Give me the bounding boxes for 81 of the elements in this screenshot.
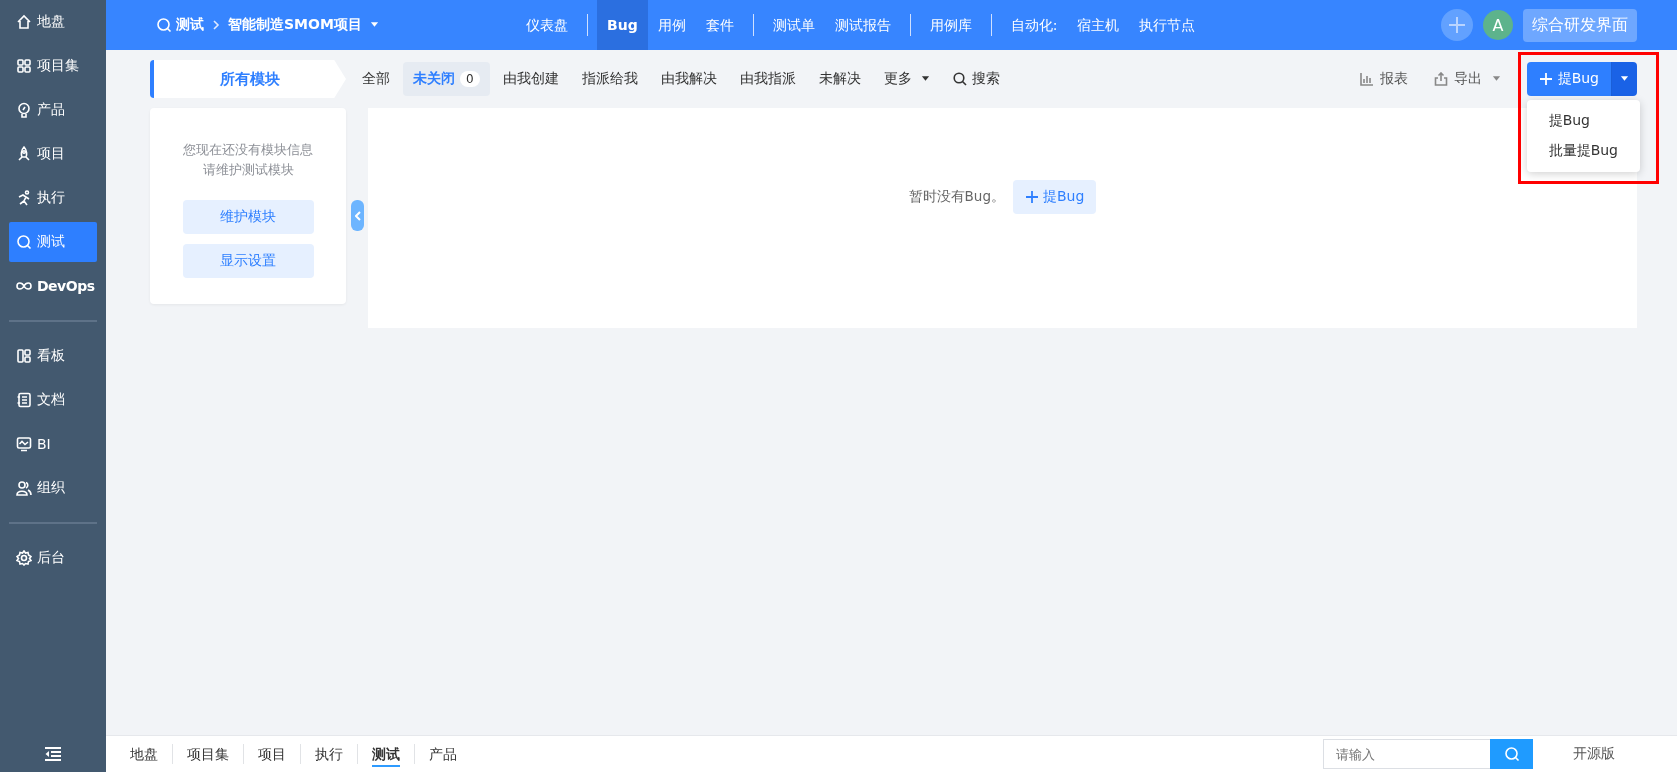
- share-icon: [1433, 72, 1448, 86]
- bottom-tab[interactable]: 项目集: [173, 744, 244, 764]
- sidebar-item[interactable]: 项目集: [9, 46, 97, 86]
- empty-message: 暂时没有Bug。: [908, 188, 1005, 206]
- search-icon: [952, 72, 967, 86]
- sidebar-item[interactable]: 测试: [9, 222, 97, 262]
- document-icon: [16, 392, 32, 408]
- sidebar-item[interactable]: 看板: [9, 336, 97, 376]
- search-field[interactable]: 请输入: [1323, 739, 1490, 769]
- add-button[interactable]: [1441, 9, 1473, 41]
- menu-item[interactable]: 批量提Bug: [1526, 136, 1640, 166]
- filter-tab[interactable]: 搜索: [942, 62, 1010, 96]
- caret-icon: [1620, 76, 1629, 82]
- board-icon: [16, 348, 32, 364]
- grid-icon: [16, 58, 32, 74]
- filter-tab[interactable]: 由我创建: [492, 62, 569, 96]
- filter-tab[interactable]: 全部: [352, 62, 400, 96]
- filter-tab[interactable]: 未关闭 0: [403, 62, 490, 96]
- module-tab[interactable]: 所有模块: [150, 60, 346, 98]
- export-button[interactable]: 导出: [1433, 70, 1501, 88]
- nav-tab[interactable]: 执行节点: [1129, 0, 1206, 50]
- collapse-handle[interactable]: [351, 200, 364, 231]
- nav-tab[interactable]: 宿主机: [1067, 0, 1130, 50]
- filter-tab[interactable]: 未解决: [808, 62, 871, 96]
- filter-tab[interactable]: 由我解决: [650, 62, 727, 96]
- filter-tab[interactable]: 指派给我: [571, 62, 648, 96]
- bottom-tab[interactable]: 执行: [301, 744, 358, 764]
- nav-tab[interactable]: 自动化:: [1000, 0, 1068, 50]
- nav-tab[interactable]: 测试报告: [824, 0, 901, 50]
- bottom-tab[interactable]: 地盘: [116, 744, 173, 764]
- caret-icon: [1491, 76, 1501, 82]
- version-label: 开源版: [1573, 745, 1615, 763]
- project-dropdown[interactable]: 智能制造SMOM项目: [228, 16, 379, 34]
- sidebar-item[interactable]: 产品: [9, 90, 97, 130]
- breadcrumb-link[interactable]: 测试: [156, 16, 204, 34]
- search-icon: [1503, 746, 1520, 762]
- chevron-icon: [354, 210, 361, 221]
- filter-tab[interactable]: 更多: [873, 62, 940, 96]
- search-button[interactable]: [1490, 739, 1533, 769]
- count-badge: 0: [460, 71, 480, 87]
- sidebar-item[interactable]: 执行: [9, 178, 97, 218]
- people-icon: [16, 480, 32, 496]
- filter-tab[interactable]: 由我指派: [729, 62, 806, 96]
- nav-tab[interactable]: 用例库: [919, 0, 982, 50]
- plus-icon: [1448, 16, 1466, 34]
- plus-icon: [1538, 72, 1553, 86]
- bottom-tab[interactable]: 测试: [358, 744, 415, 764]
- nav-tab[interactable]: Bug: [597, 0, 648, 50]
- monitor-icon: [16, 436, 32, 452]
- nav-tab[interactable]: 套件: [695, 0, 744, 50]
- nav-tab[interactable]: 用例: [647, 0, 696, 50]
- caret-icon: [369, 22, 379, 28]
- menu-item[interactable]: 提Bug: [1526, 106, 1640, 136]
- chevron-icon: [212, 20, 220, 30]
- collapse-menu-icon: [44, 746, 62, 762]
- home-icon: [16, 14, 32, 30]
- sidebar-item[interactable]: 地盘: [9, 2, 97, 42]
- empty-message: 请维护测试模块: [201, 161, 295, 179]
- report-button[interactable]: 报表: [1359, 70, 1408, 88]
- bar-chart-icon: [1359, 72, 1374, 86]
- nav-tab[interactable]: 仪表盘: [516, 0, 578, 50]
- sidebar-item[interactable]: 文档: [9, 380, 97, 420]
- sidebar-item[interactable]: DevOps: [9, 266, 97, 306]
- sidebar-item[interactable]: BI: [9, 424, 97, 464]
- caret-icon: [920, 76, 930, 82]
- create-bug-button[interactable]: 提Bug: [1526, 62, 1611, 96]
- plus-icon: [1025, 190, 1039, 204]
- sidebar-item[interactable]: 后台: [9, 538, 97, 578]
- search-icon: [16, 234, 32, 250]
- dropdown-toggle[interactable]: [1611, 62, 1637, 96]
- bottom-tab[interactable]: 产品: [415, 744, 471, 764]
- sidebar-item[interactable]: 项目: [9, 134, 97, 174]
- runner-icon: [16, 190, 32, 206]
- bottom-tab[interactable]: 项目: [244, 744, 301, 764]
- rocket-icon: [16, 146, 32, 162]
- settings-icon: [16, 550, 32, 566]
- search-icon: [156, 17, 172, 33]
- lightbulb-icon: [16, 102, 32, 118]
- sidebar-item[interactable]: 组织: [9, 468, 97, 508]
- nav-tab[interactable]: 测试单: [762, 0, 825, 50]
- empty-message: 您现在还没有模块信息: [183, 141, 313, 159]
